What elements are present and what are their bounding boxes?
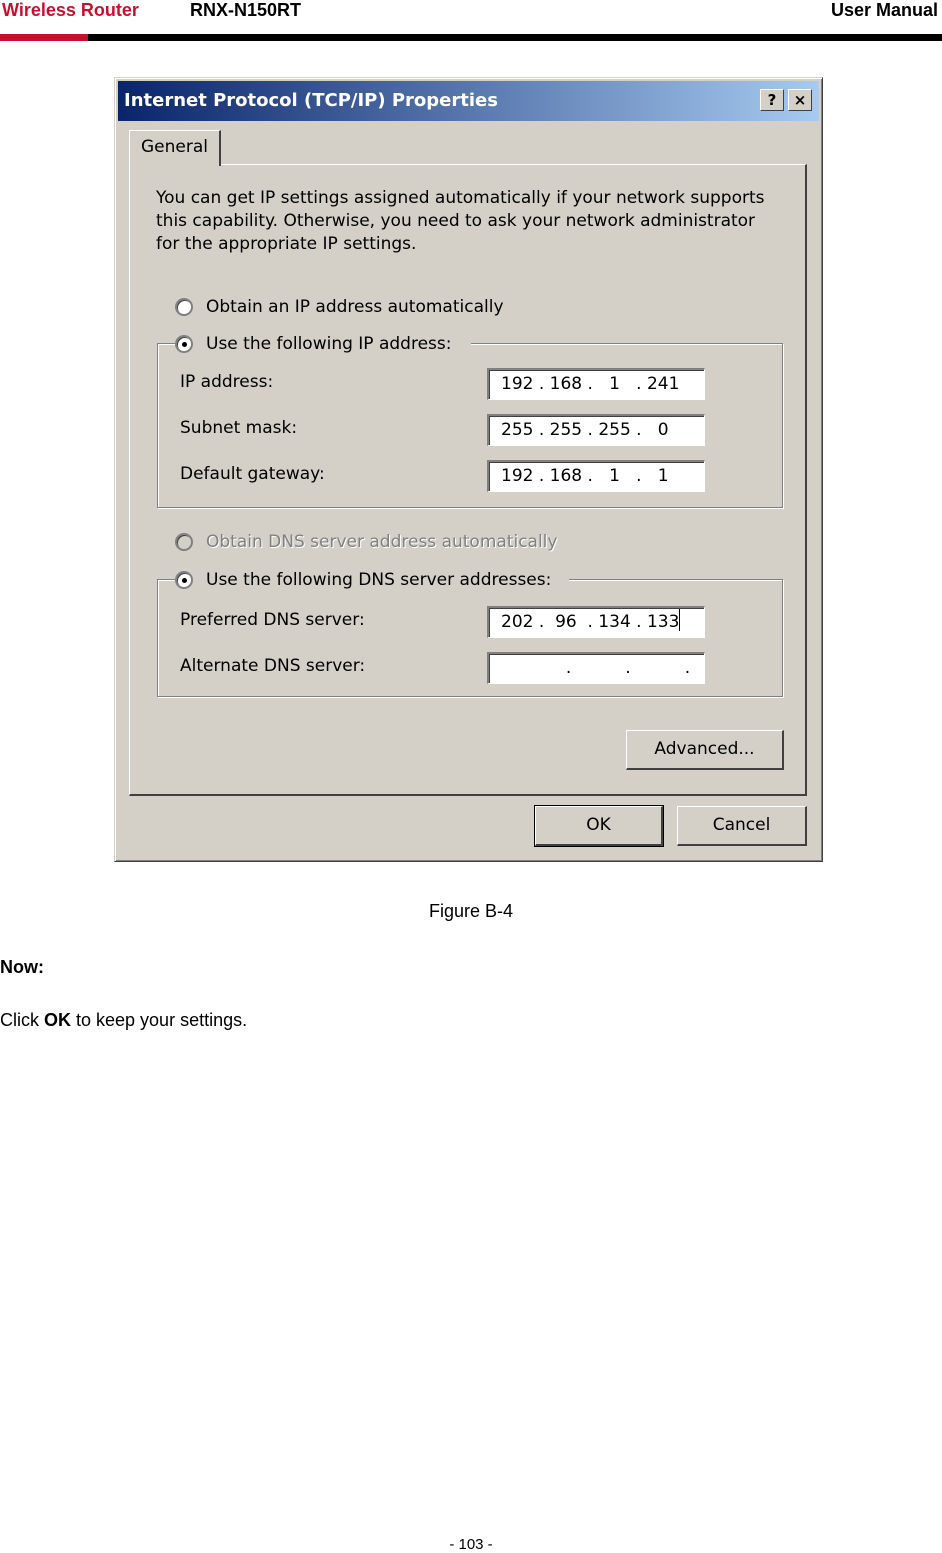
instruction-text: Click OK to keep your settings. <box>0 1010 247 1031</box>
radio-use-ip[interactable]: Use the following IP address: <box>175 332 471 356</box>
radio-obtain-dns-indicator <box>175 533 193 551</box>
preferred-dns-value: 202 . 96 . 134 . 133 <box>501 612 680 632</box>
header-rule-red <box>0 34 88 41</box>
default-gateway-field[interactable]: 192 . 168 . 1 . 1 <box>487 460 705 492</box>
dialog-titlebar[interactable]: Internet Protocol (TCP/IP) Properties ? … <box>118 81 819 121</box>
page-header: Wireless Router RNX-N150RT User Manual <box>0 0 942 44</box>
page-number: - 103 - <box>449 1536 493 1553</box>
now-heading: Now: <box>0 957 44 977</box>
radio-use-ip-indicator[interactable] <box>175 335 193 353</box>
cancel-button[interactable]: Cancel <box>677 806 807 846</box>
radio-use-dns-label: Use the following DNS server addresses: <box>206 570 552 590</box>
preferred-dns-field[interactable]: 202 . 96 . 134 . 133 <box>487 606 705 638</box>
subnet-mask-field[interactable]: 255 . 255 . 255 . 0 <box>487 414 705 446</box>
radio-obtain-ip-label: Obtain an IP address automatically <box>206 297 504 317</box>
help-button[interactable]: ? <box>760 89 784 111</box>
radio-use-dns[interactable]: Use the following DNS server addresses: <box>175 568 569 592</box>
default-gateway-label: Default gateway: <box>180 464 325 484</box>
header-doc-type: User Manual <box>830 0 938 20</box>
radio-obtain-dns: Obtain DNS server address automatically <box>175 530 595 554</box>
radio-obtain-ip-indicator[interactable] <box>175 298 193 316</box>
tcpip-properties-dialog: Internet Protocol (TCP/IP) Properties ? … <box>114 77 823 862</box>
advanced-button[interactable]: Advanced... <box>626 730 784 770</box>
instruction-ok: OK <box>44 1010 71 1030</box>
instruction-prefix: Click <box>0 1010 44 1030</box>
close-button[interactable]: × <box>788 89 812 111</box>
header-model: RNX-N150RT <box>190 0 302 20</box>
tab-general[interactable]: General <box>129 130 221 166</box>
radio-obtain-ip[interactable]: Obtain an IP address automatically <box>175 295 575 319</box>
radio-obtain-dns-label: Obtain DNS server address automatically <box>206 532 558 552</box>
ok-button[interactable]: OK <box>534 805 664 847</box>
preferred-dns-label: Preferred DNS server: <box>180 610 365 630</box>
dialog-title: Internet Protocol (TCP/IP) Properties <box>124 90 498 111</box>
alternate-dns-label: Alternate DNS server: <box>180 656 366 676</box>
radio-use-ip-label: Use the following IP address: <box>206 334 452 354</box>
ip-address-field[interactable]: 192 . 168 . 1 . 241 <box>487 368 705 400</box>
header-brand: Wireless Router <box>2 0 139 20</box>
figure-caption: Figure B-4 <box>428 901 514 921</box>
tab-panel-general: You can get IP settings assigned automat… <box>129 164 807 796</box>
radio-use-dns-indicator[interactable] <box>175 571 193 589</box>
instruction-suffix: to keep your settings. <box>71 1010 248 1030</box>
header-rule-black <box>88 34 942 41</box>
alternate-dns-field[interactable]: . . . <box>487 652 705 684</box>
description-text: You can get IP settings assigned automat… <box>156 188 765 254</box>
text-caret <box>679 609 681 631</box>
subnet-mask-label: Subnet mask: <box>180 418 298 438</box>
ip-address-label: IP address: <box>180 372 274 392</box>
